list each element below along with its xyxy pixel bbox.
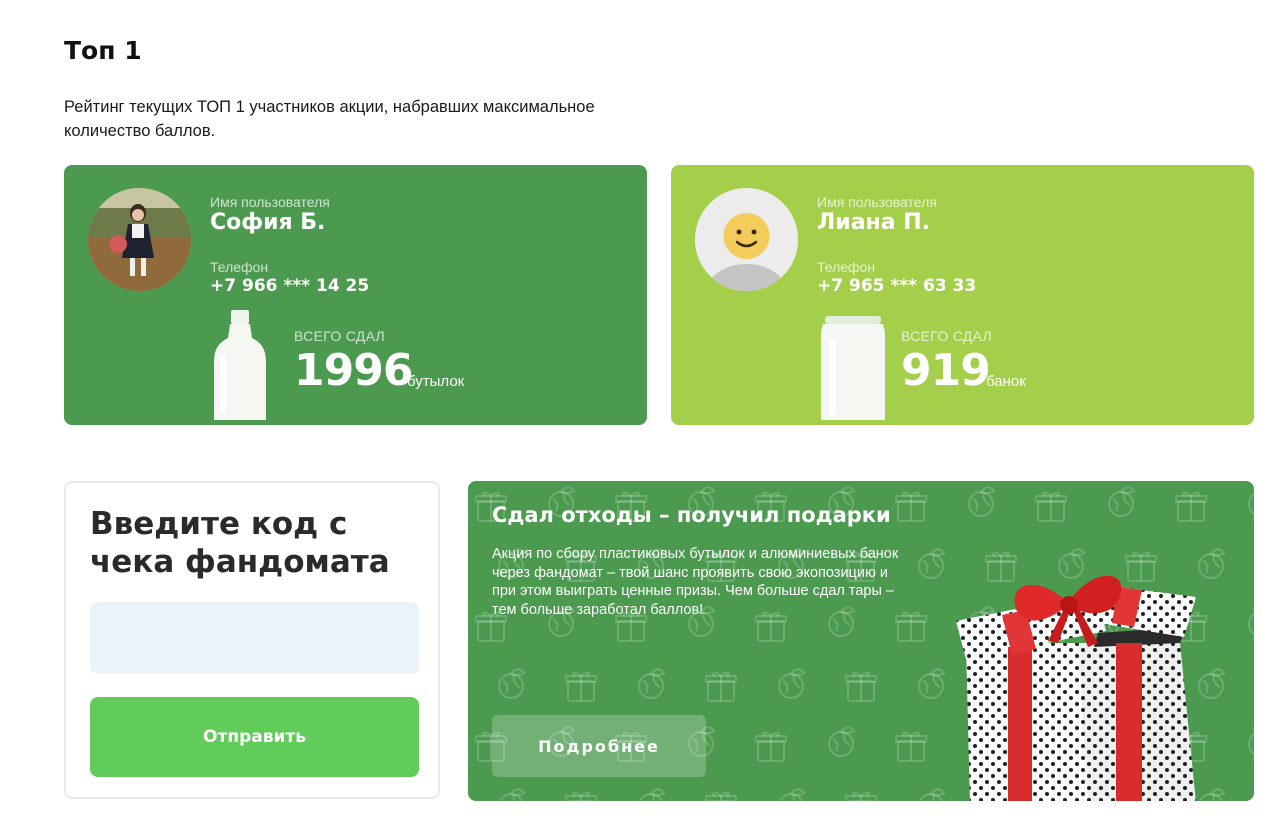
phone-value: +7 966 *** 14 25 — [210, 276, 370, 296]
code-form-title: Введите код с чека фандомата — [90, 506, 390, 580]
phone-value: +7 965 *** 63 33 — [817, 276, 977, 296]
leader-card: Имя пользователя София Б. Телефон +7 966… — [64, 165, 647, 425]
more-button[interactable]: Подробнее — [492, 715, 706, 777]
total-value: 919 — [901, 345, 991, 396]
bottle-icon — [212, 308, 268, 425]
gift-box-icon — [948, 563, 1208, 801]
promo-banner: Сдал отходы – получил подарки Акция по с… — [468, 481, 1254, 801]
promo-title: Сдал отходы – получил подарки — [492, 503, 891, 527]
leader-card: Имя пользователя Лиана П. Телефон +7 965… — [671, 165, 1254, 425]
username: Лиана П. — [817, 210, 931, 235]
avatar-placeholder — [695, 188, 798, 291]
total-label: ВСЕГО СДАЛ — [294, 328, 386, 344]
promo-text: Акция по сбору пластиковых бутылок и алю… — [492, 546, 899, 618]
page-subtitle: Рейтинг текущих ТОП 1 участников акции, … — [64, 98, 595, 140]
submit-button[interactable]: Отправить — [90, 697, 419, 777]
receipt-code-form: Введите код с чека фандомата Отправить — [64, 481, 440, 799]
username-label: Имя пользователя — [210, 194, 330, 210]
can-icon — [819, 316, 887, 425]
total-unit: банок — [986, 373, 1026, 390]
page-title: Топ 1 — [64, 36, 142, 65]
username-label: Имя пользователя — [817, 194, 937, 210]
receipt-code-input[interactable] — [90, 602, 419, 674]
avatar — [88, 188, 191, 291]
username: София Б. — [210, 210, 326, 235]
total-unit: бутылок — [407, 373, 465, 390]
total-value: 1996 — [294, 345, 413, 396]
phone-label: Телефон — [210, 259, 269, 275]
phone-label: Телефон — [817, 259, 876, 275]
total-label: ВСЕГО СДАЛ — [901, 328, 993, 344]
